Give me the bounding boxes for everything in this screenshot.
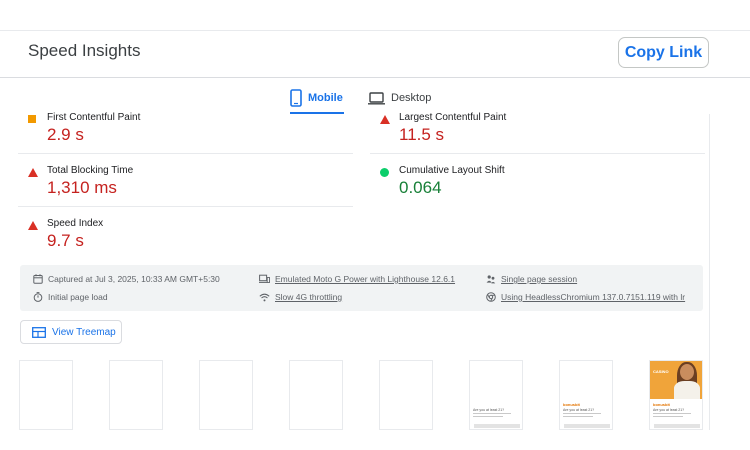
good-circle-icon — [380, 168, 389, 177]
metric-label: Total Blocking Time — [47, 165, 134, 176]
people-icon — [486, 275, 496, 284]
frame-text-line — [473, 416, 503, 417]
metric-value: 9.7 s — [47, 231, 84, 250]
copy-link-button[interactable]: Copy Link — [618, 37, 709, 68]
frame-text-line — [563, 413, 601, 414]
frame-text-line — [473, 413, 511, 414]
throttling[interactable]: Slow 4G throttling — [259, 292, 342, 302]
filmstrip-frame: Are you at least 21? — [469, 360, 523, 430]
frame-logo: bonusbit — [653, 402, 670, 407]
frame-text-line — [653, 416, 683, 417]
tab-mobile[interactable]: Mobile — [290, 84, 346, 112]
metric-fcp: First Contentful Paint 2.9 s — [18, 111, 353, 164]
frame-heading: Are you at least 21? — [653, 408, 685, 412]
browser-info[interactable]: Using HeadlessChromium 137.0.7151.119 wi… — [486, 292, 685, 302]
metric-label: First Contentful Paint — [47, 112, 141, 123]
treemap-icon — [32, 326, 46, 338]
person-face — [680, 364, 694, 380]
filmstrip-frame: CASINO bonusbit Are you at least 21? — [649, 360, 703, 430]
filmstrip-frame — [109, 360, 163, 430]
metric-cls: Cumulative Layout Shift 0.064 — [370, 164, 705, 217]
captured-at: Captured at Jul 3, 2025, 10:33 AM GMT+5:… — [33, 274, 220, 284]
metric-divider — [370, 153, 705, 154]
view-treemap-label: View Treemap — [52, 326, 116, 338]
calendar-icon — [33, 274, 43, 284]
captured-at-text: Captured at Jul 3, 2025, 10:33 AM GMT+5:… — [48, 274, 220, 284]
view-treemap-button[interactable]: View Treemap — [20, 320, 122, 344]
runtime-settings: Captured at Jul 3, 2025, 10:33 AM GMT+5:… — [20, 265, 703, 311]
wifi-icon — [259, 293, 270, 301]
metric-value: 11.5 s — [399, 125, 445, 144]
frame-hero-image: CASINO — [650, 361, 702, 399]
initial-load: Initial page load — [33, 292, 108, 302]
metric-tbt: Total Blocking Time 1,310 ms — [18, 164, 353, 217]
filmstrip-frame — [199, 360, 253, 430]
emulated-device[interactable]: Emulated Moto G Power with Lighthouse 12… — [259, 274, 455, 284]
initial-load-text: Initial page load — [48, 292, 108, 302]
emulated-device-link[interactable]: Emulated Moto G Power with Lighthouse 12… — [275, 274, 455, 284]
filmstrip-frame — [19, 360, 73, 430]
device-tabs: Mobile Desktop — [0, 78, 750, 114]
frame-heading: Are you at least 21? — [473, 408, 505, 412]
timer-icon — [33, 292, 43, 302]
frame-button — [654, 424, 700, 428]
person-body — [674, 381, 700, 399]
metric-label: Largest Contentful Paint — [399, 112, 507, 123]
smartphone-icon — [290, 89, 302, 107]
session-type[interactable]: Single page session — [486, 274, 577, 284]
card-border — [709, 114, 710, 430]
tab-desktop-label: Desktop — [391, 92, 432, 104]
chrome-icon — [486, 292, 496, 302]
frame-hero-text: CASINO — [653, 369, 669, 374]
tab-mobile-label: Mobile — [308, 92, 343, 104]
desktop-icon — [368, 91, 385, 105]
metric-value: 2.9 s — [47, 125, 84, 144]
page-title: Speed Insights — [28, 41, 141, 60]
poor-triangle-icon — [380, 115, 390, 124]
filmstrip-frame — [379, 360, 433, 430]
frame-logo: bonusbit — [563, 402, 580, 407]
filmstrip-frame: bonusbit Are you at least 21? — [559, 360, 613, 430]
page-header: Speed Insights Copy Link — [0, 31, 750, 77]
poor-triangle-icon — [28, 221, 38, 230]
poor-triangle-icon — [28, 168, 38, 177]
metric-speed-index: Speed Index 9.7 s — [18, 217, 353, 270]
frame-button — [564, 424, 610, 428]
devices-icon — [259, 274, 270, 283]
metric-value: 1,310 ms — [47, 178, 117, 197]
metric-divider — [18, 206, 353, 207]
metric-label: Speed Index — [47, 218, 104, 229]
tab-desktop[interactable]: Desktop — [368, 84, 438, 112]
metric-value: 0.064 — [399, 178, 442, 197]
browser-info-link[interactable]: Using HeadlessChromium 137.0.7151.119 wi… — [501, 292, 685, 302]
frame-button — [474, 424, 520, 428]
average-square-icon — [28, 115, 36, 123]
frame-text-line — [653, 413, 691, 414]
metric-divider — [18, 153, 353, 154]
throttling-link[interactable]: Slow 4G throttling — [275, 292, 342, 302]
metric-lcp: Largest Contentful Paint 11.5 s — [370, 111, 705, 164]
session-type-link[interactable]: Single page session — [501, 274, 577, 284]
filmstrip-frame — [289, 360, 343, 430]
frame-text-line — [563, 416, 593, 417]
metric-label: Cumulative Layout Shift — [399, 165, 505, 176]
frame-heading: Are you at least 21? — [563, 408, 595, 412]
